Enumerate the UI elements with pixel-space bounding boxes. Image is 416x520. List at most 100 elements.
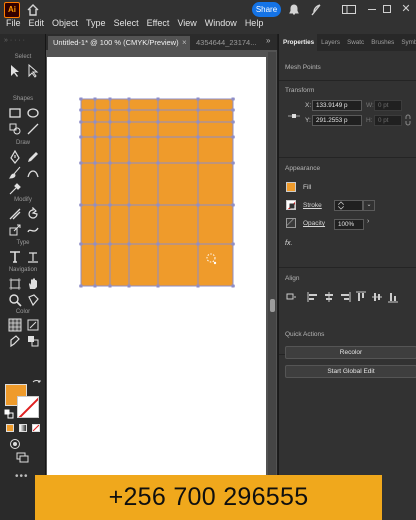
mesh-point[interactable] (231, 284, 235, 288)
mesh-point[interactable] (127, 284, 131, 288)
mesh-point[interactable] (108, 242, 112, 246)
stroke-color-swatch[interactable] (17, 396, 39, 418)
tab-symbols[interactable]: Symbo (397, 34, 416, 51)
mesh-point[interactable] (231, 161, 235, 165)
mesh-point[interactable] (108, 161, 112, 165)
tab-untitled-1[interactable]: Untitled-1* @ 100 % (CMYK/Preview) × (48, 36, 190, 50)
stroke-weight-stepper[interactable] (334, 200, 363, 211)
align-right-icon[interactable] (339, 291, 351, 303)
mesh-point[interactable] (108, 97, 112, 101)
mesh-point[interactable] (156, 203, 160, 207)
align-left-icon[interactable] (307, 291, 319, 303)
mesh-point[interactable] (231, 120, 235, 124)
shape-builder-tool-icon[interactable] (8, 122, 22, 136)
live-paint-tool-icon[interactable] (8, 334, 22, 348)
mesh-point[interactable] (79, 284, 83, 288)
mesh-point[interactable] (127, 203, 131, 207)
mesh-point[interactable] (231, 108, 235, 112)
draw-inside-icon[interactable] (9, 438, 21, 450)
align-vertical-center-icon[interactable] (371, 291, 383, 303)
eyedropper-tool-icon[interactable] (8, 182, 22, 196)
artboard[interactable] (47, 57, 266, 475)
mesh-point[interactable] (156, 135, 160, 139)
mesh-point[interactable] (196, 242, 200, 246)
tab-swatches[interactable]: Swatc (343, 34, 367, 51)
align-bottom-icon[interactable] (387, 291, 399, 303)
swap-colors-icon[interactable] (32, 379, 41, 388)
reference-point-icon[interactable] (287, 109, 301, 123)
width-field[interactable]: 0 pt (374, 100, 402, 111)
align-to-dropdown-icon[interactable] (285, 291, 297, 303)
toolbar-grip[interactable]: » · · · · (4, 37, 42, 47)
menu-view[interactable]: View (177, 18, 196, 28)
ellipse-tool-icon[interactable] (26, 106, 40, 120)
stroke-weight-dropdown[interactable]: ⌄ (363, 200, 375, 211)
mesh-point[interactable] (127, 120, 131, 124)
rotate-tool-icon[interactable] (26, 207, 40, 221)
print-tiling-tool-icon[interactable] (26, 293, 40, 307)
tab-layers[interactable]: Layers (317, 34, 343, 51)
mesh-point[interactable] (231, 203, 235, 207)
mesh-point[interactable] (93, 203, 97, 207)
menu-file[interactable]: File (6, 18, 21, 28)
mesh-point[interactable] (93, 108, 97, 112)
mesh-point[interactable] (196, 203, 200, 207)
appearance-stroke-swatch[interactable] (286, 200, 296, 210)
mesh-point[interactable] (156, 242, 160, 246)
workspace-switcher-icon[interactable] (342, 5, 356, 14)
mesh-point[interactable] (156, 108, 160, 112)
paintbrush-tool-icon[interactable] (8, 166, 22, 180)
mesh-point[interactable] (196, 97, 200, 101)
opacity-label[interactable]: Opacity (303, 220, 325, 227)
share-button[interactable]: Share (252, 2, 281, 17)
menu-type[interactable]: Type (86, 18, 106, 28)
mesh-point[interactable] (79, 242, 83, 246)
mesh-point[interactable] (93, 242, 97, 246)
mesh-tool-icon[interactable] (8, 318, 22, 332)
mesh-point[interactable] (93, 120, 97, 124)
recolor-button[interactable]: Recolor (285, 346, 416, 359)
mesh-point[interactable] (108, 120, 112, 124)
align-top-icon[interactable] (355, 291, 367, 303)
stroke-label[interactable]: Stroke (303, 202, 322, 209)
mesh-point[interactable] (196, 135, 200, 139)
mesh-point[interactable] (108, 108, 112, 112)
menu-select[interactable]: Select (114, 18, 139, 28)
zoom-tool-icon[interactable] (8, 293, 22, 307)
more-tabs-button[interactable]: » (266, 36, 270, 45)
home-icon[interactable] (26, 3, 40, 16)
align-horizontal-center-icon[interactable] (323, 291, 335, 303)
height-field[interactable]: 0 pt (374, 115, 402, 126)
mesh-point[interactable] (79, 108, 83, 112)
maximize-button[interactable] (383, 5, 391, 13)
gradient-tool-icon[interactable] (26, 318, 40, 332)
scale-tool-icon[interactable] (8, 223, 22, 237)
menu-edit[interactable]: Edit (29, 18, 45, 28)
menu-window[interactable]: Window (205, 18, 237, 28)
mesh-point[interactable] (93, 284, 97, 288)
pen-tool-icon[interactable] (8, 150, 22, 164)
width-tool-icon[interactable] (8, 207, 22, 221)
blend-tool-icon[interactable] (26, 334, 40, 348)
default-colors-icon[interactable] (4, 409, 14, 419)
mesh-fill[interactable] (81, 99, 233, 286)
mesh-point[interactable] (231, 135, 235, 139)
mesh-point[interactable] (127, 135, 131, 139)
mesh-point[interactable] (108, 284, 112, 288)
pencil-tool-icon[interactable] (26, 150, 40, 164)
mesh-point[interactable] (93, 135, 97, 139)
mesh-point[interactable] (79, 120, 83, 124)
mesh-point[interactable] (196, 284, 200, 288)
menu-object[interactable]: Object (52, 18, 78, 28)
mesh-point[interactable] (156, 120, 160, 124)
mesh-point[interactable] (79, 203, 83, 207)
warp-tool-icon[interactable] (26, 223, 40, 237)
opacity-slider-arrow[interactable]: › (367, 218, 369, 225)
vertical-scrollbar[interactable] (268, 52, 276, 482)
start-global-edit-button[interactable]: Start Global Edit (285, 365, 416, 378)
notification-bell-icon[interactable] (287, 3, 301, 16)
add-effect-button[interactable]: fx. (285, 240, 292, 247)
y-position-field[interactable]: 291.2553 p (312, 115, 362, 126)
touch-type-tool-icon[interactable] (26, 250, 40, 264)
mesh-point[interactable] (196, 108, 200, 112)
